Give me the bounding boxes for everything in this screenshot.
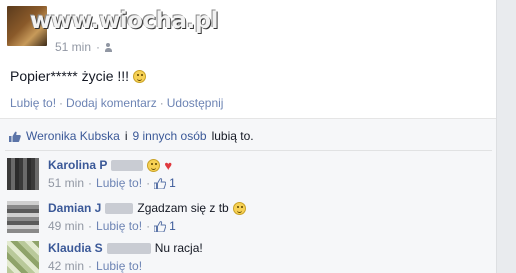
commenter-avatar[interactable]	[7, 241, 39, 273]
post-meta: 51 min ·	[55, 38, 115, 56]
smiley-emoji-icon	[147, 158, 161, 172]
post-timestamp[interactable]: 51 min	[55, 40, 91, 54]
redacted-surname	[106, 242, 151, 254]
like-link[interactable]: Lubię to!	[10, 96, 56, 110]
audience-people-icon[interactable]	[105, 42, 115, 52]
smiley-emoji-icon	[232, 201, 246, 215]
post-card: 51 min · www.wiocha.pl Popier***** życie…	[0, 0, 497, 273]
other-likers-link[interactable]: 9 innych osób	[133, 129, 207, 143]
feedback-section: Weronika Kubska i 9 innych osób lubią to…	[0, 118, 496, 273]
comment-timestamp[interactable]: 42 min	[48, 259, 84, 273]
comment-item: Damian J Zgadzam się z tb 49 min · Lubię…	[7, 201, 246, 233]
comment-timestamp[interactable]: 51 min	[48, 176, 84, 190]
comment-like-count[interactable]: 1	[154, 219, 176, 233]
smiley-emoji-icon	[133, 69, 147, 83]
liker-name-link[interactable]: Weronika Kubska	[26, 129, 120, 143]
redacted-surname	[105, 202, 134, 214]
share-link[interactable]: Udostępnij	[167, 96, 224, 110]
post-text: Popier***** życie !!!	[10, 68, 147, 84]
comment-item: Klaudia S Nu racja! 42 min · Lubię to!	[7, 241, 203, 273]
comment-author[interactable]: Klaudia S	[48, 241, 103, 255]
comment-text: Zgadzam się z tb	[137, 201, 229, 215]
heart-icon: ♥	[164, 157, 173, 173]
redacted-surname	[111, 159, 144, 171]
divider	[5, 150, 492, 151]
post-message: Popier***** życie !!!	[10, 68, 130, 84]
commenter-avatar[interactable]	[7, 201, 39, 233]
comment-timestamp[interactable]: 49 min	[48, 219, 84, 233]
commenter-avatar[interactable]	[7, 158, 39, 190]
comment-author[interactable]: Karolina P	[48, 158, 107, 172]
thumbs-up-icon	[154, 177, 167, 189]
comment-item: Karolina P ♥ 51 min · Lubię to! · 1	[7, 158, 176, 190]
thumbs-up-icon	[154, 220, 167, 232]
comment-author[interactable]: Damian J	[48, 201, 101, 215]
comment-like-link[interactable]: Lubię to!	[96, 219, 142, 233]
post-actions: Lubię to! · Dodaj komentarz · Udostępnij	[10, 96, 224, 110]
comment-text: Nu racja!	[154, 241, 203, 255]
watermark-logo: www.wiocha.pl	[30, 8, 219, 34]
comment-like-link[interactable]: Lubię to!	[96, 259, 142, 273]
likes-summary: Weronika Kubska i 9 innych osób lubią to…	[9, 129, 254, 143]
thumbs-up-icon	[9, 131, 21, 142]
comment-like-count[interactable]: 1	[154, 176, 176, 190]
comment-like-link[interactable]: Lubię to!	[96, 176, 142, 190]
comment-link[interactable]: Dodaj komentarz	[66, 96, 157, 110]
